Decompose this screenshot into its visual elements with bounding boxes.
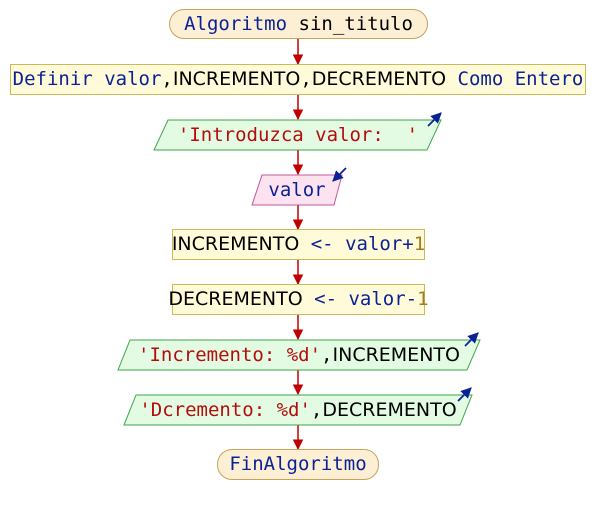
algoritmo-keyword: Algoritmo <box>184 12 288 35</box>
escribir-incremento: 'Incremento: %d', INCREMENTO <box>124 340 474 370</box>
assign-decremento: DECREMENTO <- valor -1 <box>168 284 429 315</box>
var-decremento: DECREMENTO <box>168 288 303 310</box>
var-incremento: INCREMENTO <box>171 233 300 255</box>
escribir-introduzca: 'Introduzca valor: ' <box>158 120 438 150</box>
var-incremento: INCREMENTO <box>172 68 301 90</box>
string-literal: 'Introduzca valor: ' <box>177 123 419 146</box>
assign-arrow: <- <box>310 233 334 255</box>
var-valor: valor <box>104 68 162 90</box>
escribir-decremento: 'Dcremento: %d', DECREMENTO <box>130 395 466 425</box>
leer-valor: valor <box>254 175 340 205</box>
var-valor: valor <box>348 288 406 310</box>
number-literal: 1 <box>413 233 426 255</box>
start-terminal: Algoritmo sin_titulo <box>169 9 428 39</box>
var-valor: valor <box>268 178 326 201</box>
algorithm-name: sin_titulo <box>298 12 413 35</box>
number-literal: 1 <box>417 288 429 310</box>
plus-operator: + <box>402 233 414 255</box>
comma: , <box>321 343 333 366</box>
var-valor: valor <box>345 233 403 255</box>
definir-keyword: Definir <box>12 68 93 90</box>
definir-statement: Definir valor, INCREMENTO, DECREMENTO Como… <box>10 64 586 95</box>
como-entero-keyword: Como Entero <box>457 68 584 90</box>
comma: , <box>300 68 312 90</box>
assign-arrow: <- <box>314 288 338 310</box>
end-terminal: FinAlgoritmo <box>217 449 379 480</box>
var-decremento: DECREMENTO <box>322 398 457 421</box>
string-literal: 'Incremento: %d' <box>138 343 322 366</box>
var-decremento: DECREMENTO <box>311 68 447 90</box>
var-incremento: INCREMENTO <box>332 343 460 366</box>
comma: , <box>161 68 173 90</box>
string-literal: 'Dcremento: %d' <box>139 398 311 421</box>
minus-operator: - <box>405 288 418 310</box>
assign-incremento: INCREMENTO <- valor +1 <box>172 229 425 260</box>
comma: , <box>310 398 323 421</box>
finalgoritmo-keyword: FinAlgoritmo <box>229 453 367 475</box>
